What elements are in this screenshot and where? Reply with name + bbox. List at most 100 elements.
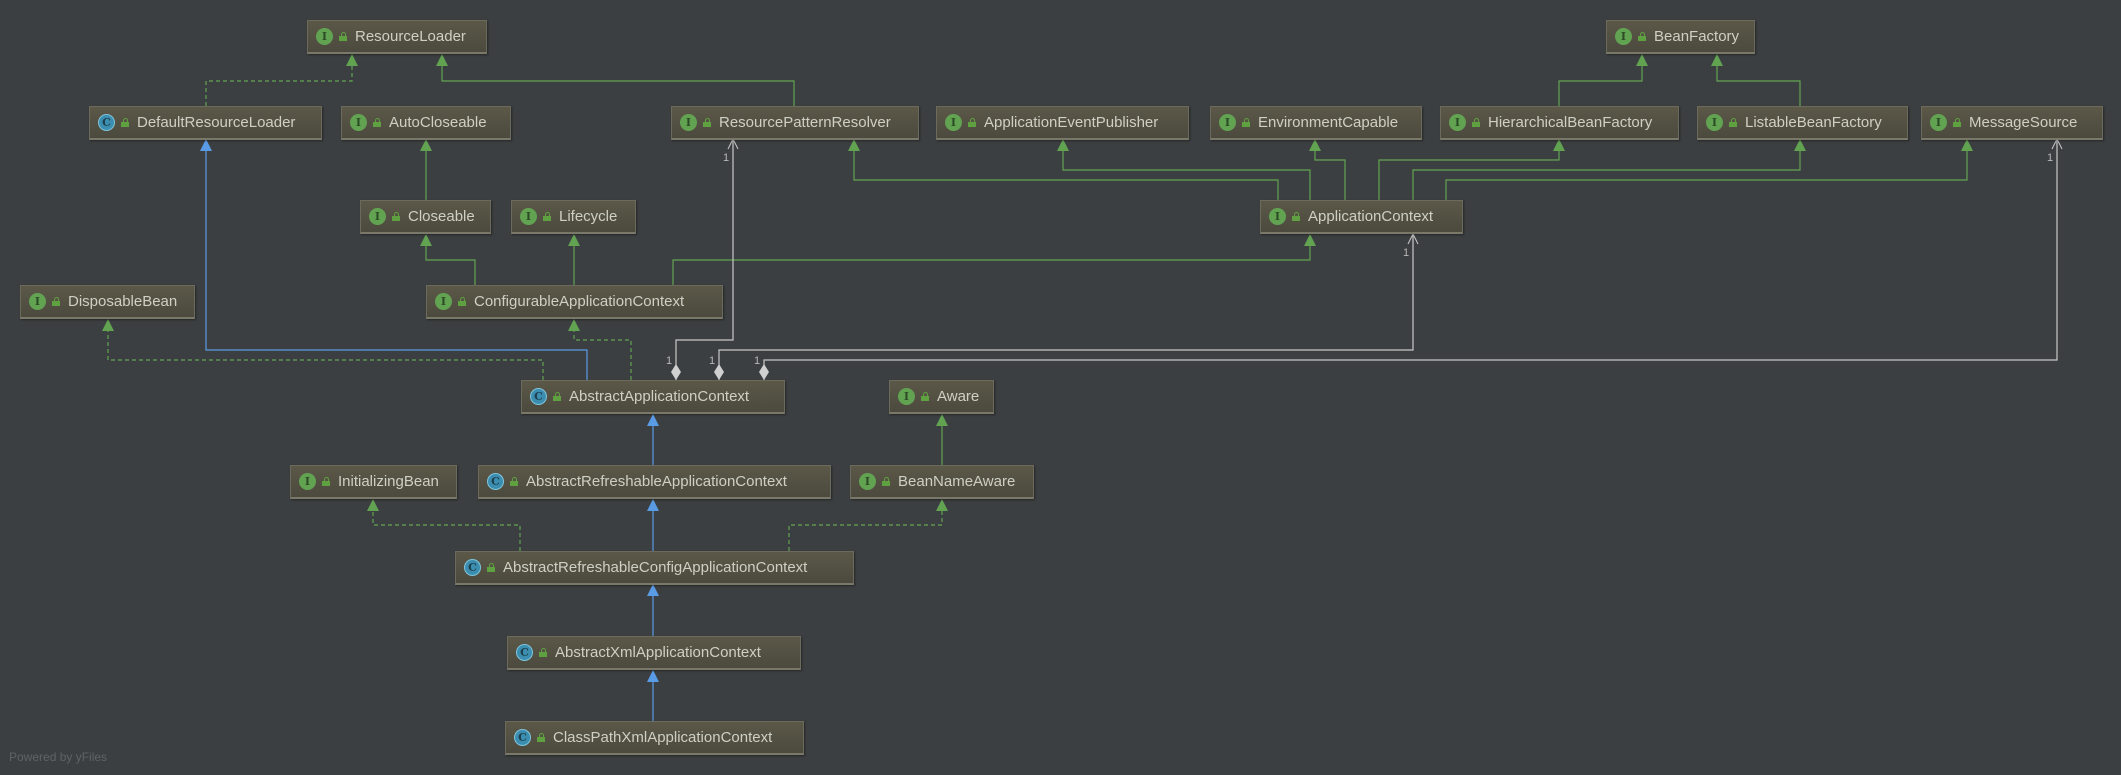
node-label: Closeable (408, 208, 475, 225)
inheritance-arrow-icon (367, 499, 379, 511)
node-auto-closeable[interactable]: I AutoCloseable (341, 106, 511, 140)
public-lock-icon (1729, 118, 1737, 127)
edge-extends-interface (1558, 54, 1648, 106)
inheritance-arrow-icon (1057, 139, 1069, 151)
node-label: ClassPathXmlApplicationContext (553, 729, 773, 746)
node-label: DefaultResourceLoader (137, 114, 296, 131)
node-listable-bean-factory[interactable]: I ListableBeanFactory (1697, 106, 1908, 140)
edge-extends-interface (1711, 54, 1801, 106)
interface-icon: I (1219, 114, 1236, 131)
interface-icon: I (520, 208, 537, 225)
inheritance-arrow-icon (1553, 139, 1565, 151)
node-closeable[interactable]: I Closeable (360, 200, 491, 234)
public-lock-icon (968, 118, 976, 127)
inheritance-arrow-icon (1794, 139, 1806, 151)
public-lock-icon (543, 212, 551, 221)
node-disposable-bean[interactable]: I DisposableBean (20, 285, 195, 319)
edge-extends (200, 139, 588, 380)
class-icon: C (464, 559, 481, 576)
node-application-event-publisher[interactable]: I ApplicationEventPublisher (936, 106, 1189, 140)
node-aware[interactable]: I Aware (889, 380, 994, 414)
edge-extends-interface (420, 139, 432, 200)
public-lock-icon (882, 477, 890, 486)
node-label: Aware (937, 388, 980, 405)
node-lifecycle[interactable]: I Lifecycle (511, 200, 636, 234)
multiplicity-label: 1 (666, 355, 672, 367)
edge-extends-interface (936, 414, 948, 465)
node-label: HierarchicalBeanFactory (1488, 114, 1653, 131)
node-initializing-bean[interactable]: I InitializingBean (290, 465, 457, 499)
node-abstract-application-context[interactable]: C AbstractApplicationContext (521, 380, 785, 414)
node-label: InitializingBean (338, 473, 439, 490)
node-environment-capable[interactable]: I EnvironmentCapable (1210, 106, 1422, 140)
node-bean-name-aware[interactable]: I BeanNameAware (850, 465, 1034, 499)
edge-extends-interface (420, 234, 476, 285)
edge-extends-interface (1057, 139, 1311, 200)
aggregation-diamond-icon (714, 364, 724, 380)
node-label: ListableBeanFactory (1745, 114, 1882, 131)
public-lock-icon (1472, 118, 1480, 127)
public-lock-icon (553, 392, 561, 401)
node-resource-loader[interactable]: I ResourceLoader (307, 20, 487, 54)
node-configurable-application-context[interactable]: I ConfigurableApplicationContext (426, 285, 723, 319)
interface-icon: I (680, 114, 697, 131)
node-label: AutoCloseable (389, 114, 487, 131)
node-resource-pattern-resolver[interactable]: I ResourcePatternResolver (671, 106, 919, 140)
inheritance-arrow-icon (1711, 54, 1723, 66)
interface-icon: I (1615, 28, 1632, 45)
inheritance-arrow-icon (848, 139, 860, 151)
node-hierarchical-bean-factory[interactable]: I HierarchicalBeanFactory (1440, 106, 1679, 140)
inheritance-arrow-icon (420, 139, 432, 151)
node-bean-factory[interactable]: I BeanFactory (1606, 20, 1755, 54)
edge-extends (647, 414, 659, 465)
aggregation-diamond-icon (671, 364, 681, 380)
class-icon: C (516, 644, 533, 661)
public-lock-icon (1638, 32, 1646, 41)
node-message-source[interactable]: I MessageSource (1921, 106, 2103, 140)
multiplicity-label: 1 (2047, 152, 2053, 164)
interface-icon: I (350, 114, 367, 131)
edge-extends (647, 670, 659, 721)
edge-extends-interface (1309, 139, 1346, 200)
edge-aggregation: 11 (709, 232, 1419, 380)
inheritance-arrow-icon (936, 499, 948, 511)
public-lock-icon (1292, 212, 1300, 221)
powered-by-label: Powered by yFiles (9, 750, 108, 764)
node-class-path-xml-application-context[interactable]: C ClassPathXmlApplicationContext (505, 721, 804, 755)
node-label: ApplicationContext (1308, 208, 1434, 225)
node-label: ConfigurableApplicationContext (474, 293, 685, 310)
inheritance-arrow-icon (936, 414, 948, 426)
public-lock-icon (121, 118, 129, 127)
public-lock-icon (392, 212, 400, 221)
public-lock-icon (1242, 118, 1250, 127)
inheritance-arrow-icon (1636, 54, 1648, 66)
node-abstract-refreshable-config-application-context[interactable]: C AbstractRefreshableConfigApplicationCon… (455, 551, 854, 585)
node-label: ResourcePatternResolver (719, 114, 891, 131)
interface-icon: I (1269, 208, 1286, 225)
node-label: BeanFactory (1654, 28, 1740, 45)
node-label: ApplicationEventPublisher (984, 114, 1159, 131)
interface-icon: I (29, 293, 46, 310)
node-abstract-refreshable-application-context[interactable]: C AbstractRefreshableApplicationContext (478, 465, 831, 499)
edge-implements (367, 499, 521, 551)
inheritance-arrow-icon (436, 54, 448, 66)
inheritance-arrow-icon (647, 414, 659, 426)
public-lock-icon (537, 733, 545, 742)
public-lock-icon (458, 297, 466, 306)
node-default-resource-loader[interactable]: C DefaultResourceLoader (89, 106, 322, 140)
inheritance-arrow-icon (102, 319, 114, 331)
node-application-context[interactable]: I ApplicationContext (1260, 200, 1463, 234)
aggregation-diamond-icon (759, 364, 769, 380)
class-icon: C (98, 114, 115, 131)
public-lock-icon (510, 477, 518, 486)
edge-implements (205, 54, 358, 106)
public-lock-icon (322, 477, 330, 486)
node-label: BeanNameAware (898, 473, 1016, 490)
public-lock-icon (1953, 118, 1961, 127)
edge-extends-interface (568, 234, 580, 285)
public-lock-icon (339, 32, 347, 41)
public-lock-icon (539, 648, 547, 657)
node-abstract-xml-application-context[interactable]: C AbstractXmlApplicationContext (507, 636, 801, 670)
multiplicity-label: 1 (709, 355, 715, 367)
node-label: AbstractApplicationContext (569, 388, 750, 405)
